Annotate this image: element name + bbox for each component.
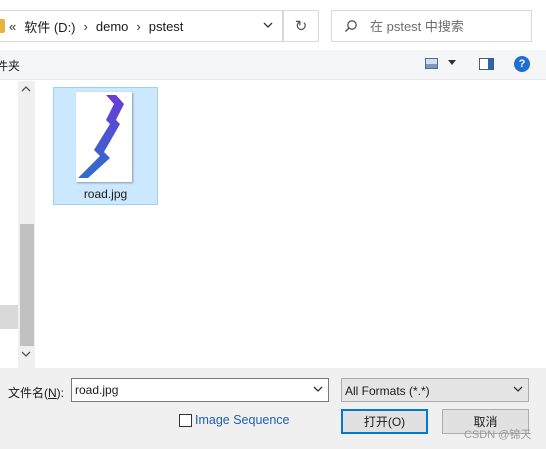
image-sequence-option[interactable]: Image Sequence [179, 413, 290, 427]
nav-scrollbar[interactable] [18, 81, 35, 368]
new-folder-button[interactable]: 件夹 [0, 57, 20, 74]
filename-label: 文件名(N): [8, 386, 65, 400]
image-thumbnail [76, 92, 132, 182]
breadcrumb: « 软件 (D:) › demo › pstest [9, 11, 183, 41]
chevron-down-icon[interactable] [513, 386, 523, 393]
search-input[interactable] [370, 16, 525, 36]
search-box[interactable] [331, 10, 532, 42]
breadcrumb-separator-icon[interactable]: › [84, 19, 88, 34]
file-name: road.jpg [83, 187, 128, 201]
command-bar: 件夹 ? [0, 50, 546, 80]
breadcrumb-separator-icon[interactable]: › [136, 19, 140, 34]
breadcrumb-pstest[interactable]: pstest [149, 19, 184, 34]
chevron-down-icon[interactable] [262, 19, 274, 31]
view-dropdown-icon[interactable] [448, 60, 456, 66]
breadcrumb-drive[interactable]: 软件 (D:) [24, 17, 75, 36]
dialog-footer: 文件名(N): All Formats (*.*) Image Sequence… [0, 368, 546, 449]
folder-icon [0, 19, 5, 33]
scroll-up-icon[interactable] [21, 85, 31, 92]
image-sequence-label[interactable]: Image Sequence [195, 413, 290, 427]
filename-combobox[interactable] [71, 378, 329, 402]
image-sequence-checkbox[interactable] [179, 413, 192, 427]
file-item-road[interactable]: road.jpg [53, 87, 158, 205]
refresh-button[interactable]: ↻ [283, 10, 319, 42]
scroll-thumb[interactable] [20, 224, 34, 346]
help-icon[interactable]: ? [514, 56, 530, 72]
breadcrumb-demo[interactable]: demo [96, 19, 129, 34]
filename-input[interactable] [75, 382, 305, 398]
nav-selected-item[interactable] [0, 305, 18, 329]
file-type-value: All Formats (*.*) [345, 384, 430, 398]
preview-pane-icon[interactable] [479, 58, 494, 70]
scroll-down-icon[interactable] [21, 351, 31, 358]
refresh-icon: ↻ [294, 18, 308, 35]
view-mode-icon[interactable] [425, 58, 438, 69]
address-bar[interactable]: « 软件 (D:) › demo › pstest [0, 10, 283, 42]
search-icon [344, 20, 357, 33]
watermark: CSDN @锦天 [464, 429, 532, 441]
open-button[interactable]: 打开(O) [341, 409, 428, 434]
chevron-down-icon[interactable] [313, 386, 323, 393]
overflow-chevron-icon[interactable]: « [9, 19, 16, 34]
file-type-select[interactable]: All Formats (*.*) [341, 378, 529, 402]
road-image-icon [78, 95, 124, 178]
